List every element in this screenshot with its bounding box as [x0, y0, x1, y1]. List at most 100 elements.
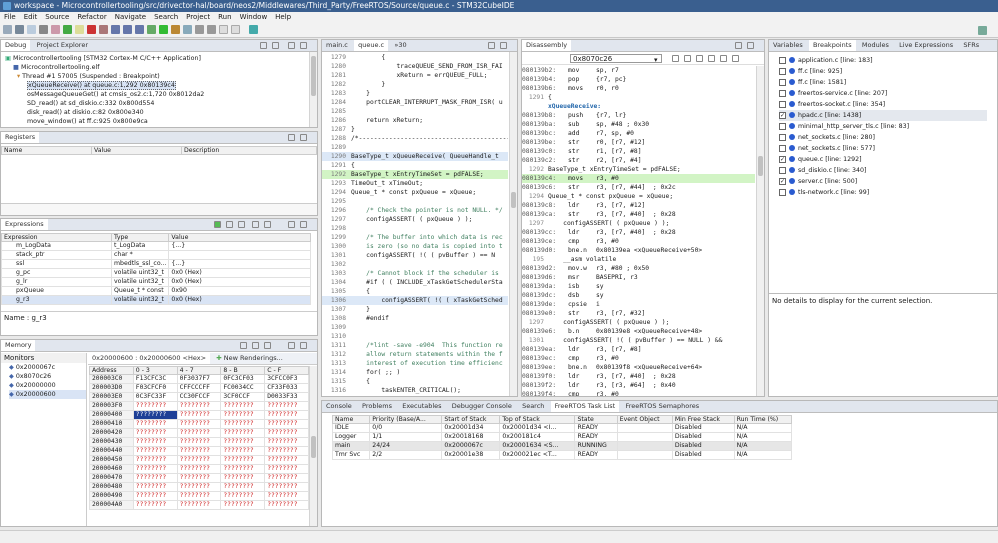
refresh-icon[interactable] [696, 55, 703, 62]
memory-word[interactable]: ???????? [176, 437, 222, 447]
editor-scrollbar[interactable] [509, 52, 517, 396]
breakpoint-checkbox[interactable] [779, 67, 786, 75]
external-tools-icon[interactable] [171, 25, 180, 34]
maximize-icon[interactable] [500, 42, 507, 49]
build-icon[interactable] [39, 25, 48, 34]
memory-word[interactable]: ???????? [176, 446, 222, 456]
code-line[interactable]: 1310 [322, 332, 508, 341]
task-column-header[interactable]: State [574, 415, 618, 424]
tab-registers[interactable]: Registers [1, 132, 40, 143]
memory-word[interactable]: ???????? [220, 464, 266, 474]
debug-icon[interactable] [147, 25, 156, 34]
memory-row[interactable]: 20000410???????????????????????????????? [89, 419, 309, 429]
memory-row[interactable]: 20000470???????????????????????????????? [89, 473, 309, 483]
forward-icon[interactable] [732, 55, 739, 62]
memory-word[interactable]: ???????? [132, 491, 178, 501]
disasm-line[interactable]: 1294 Queue_t * const pxQueue = xQueue; [522, 192, 755, 201]
disasm-line[interactable]: 1291 { [522, 93, 755, 102]
memory-word[interactable]: CF33F033 [264, 383, 309, 393]
code-line[interactable]: 1294 Queue_t * const pxQueue = xQueue; [322, 188, 508, 197]
code-line[interactable]: 1315 { [322, 377, 508, 386]
menu-project[interactable]: Project [182, 12, 214, 23]
memory-word[interactable]: ???????? [220, 482, 266, 492]
minimize-icon[interactable] [735, 42, 742, 49]
monitor-item[interactable]: ◆ 0x8070c26 [9, 372, 86, 381]
memory-word[interactable]: ???????? [264, 455, 309, 465]
tab-queue-c[interactable]: queue.c [354, 40, 389, 51]
disasm-line[interactable]: 080139d0: bne.n 0x80139ea <xQueueReceive+5… [522, 246, 755, 255]
col-type[interactable]: Type [110, 233, 170, 242]
view-menu-icon[interactable] [264, 342, 271, 349]
monitor-item[interactable]: ◆ 0x20000600 [9, 390, 86, 399]
tab-modules[interactable]: Modules [858, 40, 893, 51]
memory-word[interactable]: CC30FCCF [176, 392, 222, 402]
disasm-line[interactable]: 080139b8: push {r7, lr} [522, 111, 755, 120]
breakpoint-checkbox[interactable] [779, 78, 786, 86]
col-expression[interactable]: Expression [1, 233, 112, 242]
tab-memory[interactable]: Memory [1, 340, 36, 351]
disasm-line[interactable]: 080139ee: bne.n 0x80139f8 <xQueueReceive+6… [522, 363, 755, 372]
memory-word[interactable]: CFFCCCFF [176, 383, 222, 393]
memory-word[interactable]: ???????? [176, 491, 222, 501]
memory-word[interactable]: ???????? [176, 401, 222, 411]
memory-word[interactable]: ???????? [132, 428, 178, 438]
menu-file[interactable]: File [0, 12, 20, 23]
memory-word[interactable]: ???????? [264, 428, 309, 438]
breakpoint-item[interactable]: ff.c [line: 1581] [779, 77, 987, 88]
code-line[interactable]: 1317 { [322, 395, 508, 396]
step-return-icon[interactable] [135, 25, 144, 34]
memory-row[interactable]: 200003F0???????????????????????????????? [89, 401, 309, 411]
stack-frame-selected[interactable]: xQueueReceive() at queue.c:1,292 0x80139… [5, 81, 307, 90]
tab-debugger-console[interactable]: Debugger Console [448, 401, 516, 412]
memory-word[interactable]: F13CFC3C [132, 374, 178, 384]
memory-word[interactable]: ???????? [132, 500, 178, 510]
memory-row[interactable]: 20000490???????????????????????????????? [89, 491, 309, 501]
save-icon[interactable] [15, 25, 24, 34]
disasm-line[interactable]: 080139e0: str r3, [r7, #32] [522, 309, 755, 318]
breakpoint-item[interactable]: freertos-service.c [line: 207] [779, 88, 987, 99]
task-column-header[interactable]: Priority (Base/A... [369, 415, 443, 424]
breakpoint-item[interactable]: ✓ server.c [line: 500] [779, 176, 987, 187]
minimize-icon[interactable] [288, 221, 295, 228]
disasm-line[interactable]: 080139cc: ldr r3, [r7, #40] ; 0x28 [522, 228, 755, 237]
breakpoint-item[interactable]: minimal_http_server_tls.c [line: 83] [779, 121, 987, 132]
minimize-icon[interactable] [288, 342, 295, 349]
code-line[interactable]: 1301 configASSERT( !( ( pvBuffer ) == N [322, 251, 508, 260]
memory-word[interactable]: ???????? [264, 446, 309, 456]
code-line[interactable]: 1299 /* The buffer into which data is re… [322, 233, 508, 242]
code-line[interactable]: 1314 for( ;; ) [322, 368, 508, 377]
memory-word[interactable]: ???????? [264, 464, 309, 474]
minimize-icon[interactable] [488, 42, 495, 49]
disasm-line[interactable]: 080139ce: cmp r3, #0 [522, 237, 755, 246]
tab-disassembly[interactable]: Disassembly [522, 40, 572, 51]
disasm-line[interactable]: 080139b2: mov sp, r7 [522, 66, 755, 75]
code-line[interactable]: 1309 [322, 323, 508, 332]
memory-word[interactable]: 0C3FC33F [132, 392, 178, 402]
code-line[interactable]: 1281 xReturn = errQUEUE_FULL; [322, 71, 508, 80]
breakpoint-checkbox[interactable] [779, 166, 786, 174]
suspend-icon[interactable] [75, 25, 84, 34]
build-config-icon[interactable] [51, 25, 60, 34]
resume-icon[interactable] [63, 25, 72, 34]
memory-row[interactable]: 20000420???????????????????????????????? [89, 428, 309, 438]
collapse-icon[interactable] [260, 42, 267, 49]
minimize-icon[interactable] [288, 42, 295, 49]
memory-word[interactable]: ???????? [220, 446, 266, 456]
breakpoint-checkbox[interactable] [779, 56, 786, 64]
maximize-icon[interactable] [300, 342, 307, 349]
disconnect-icon[interactable] [99, 25, 108, 34]
tab-freertos-semaphores[interactable]: FreeRTOS Semaphores [621, 401, 703, 412]
menu-refactor[interactable]: Refactor [73, 12, 110, 23]
expression-row[interactable]: g_pc volatile uint32_t 0x0 (Hex) [1, 268, 311, 278]
breakpoint-checkbox[interactable] [779, 133, 786, 141]
menu-source[interactable]: Source [41, 12, 73, 23]
tab-freertos-task-list[interactable]: FreeRTOS Task List [550, 401, 620, 412]
disasm-scrollbar[interactable] [756, 66, 764, 396]
memory-word[interactable]: ???????? [264, 482, 309, 492]
forward-icon[interactable] [231, 25, 240, 34]
memory-word[interactable]: 0FC3CF03 [220, 374, 266, 384]
disasm-line[interactable]: 1297 configASSERT( ( pxQueue ) ); [522, 219, 755, 228]
disasm-line[interactable]: xQueueReceive: [522, 102, 755, 111]
memory-word[interactable]: ???????? [264, 437, 309, 447]
breakpoint-checkbox[interactable]: ✓ [779, 177, 786, 185]
